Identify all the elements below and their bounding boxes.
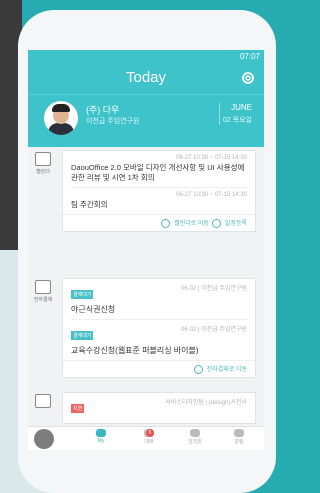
list-item[interactable]: 결재대기 06-02 | 이천급 주임연구원 야근식권신청	[63, 279, 255, 319]
item-meta: 06-02 | 이천급 주임연구원	[180, 286, 247, 292]
list-item[interactable]: 06-27 10:30 ~ 07-15 14:30 팀 주간회의	[63, 188, 255, 214]
tab-label: 알림	[234, 439, 244, 445]
event-title: 팀 주간회의	[71, 200, 108, 209]
tab-members[interactable]: 임직원	[180, 429, 210, 445]
add-event-link[interactable]: 일정등록	[225, 221, 247, 227]
approval-footer: 전자결재로 이동	[63, 360, 255, 377]
today-feed: 캘린더 06-27 10:30 ~ 07-15 14:30 DaouOffice…	[28, 146, 264, 426]
tab-label: 대화	[144, 439, 154, 445]
gear-icon[interactable]	[240, 70, 256, 86]
profile-department: 이천급 주임연구원	[86, 118, 140, 125]
approval-icon	[35, 280, 51, 294]
tab-label: My	[97, 438, 105, 444]
tab-chat[interactable]: 6 대화	[134, 429, 164, 445]
side-calendar: 캘린더	[28, 152, 58, 175]
works-icon	[35, 394, 51, 408]
status-bar: 07:07	[28, 50, 264, 64]
item-meta: 06-02 | 이천급 주임연구원	[180, 327, 247, 333]
side-calendar-label: 캘린더	[36, 169, 50, 175]
calendar-footer: 캘린더로 이동 일정등록	[63, 214, 255, 231]
home-button[interactable]	[34, 429, 54, 449]
side-approval-label: 전자결재	[33, 297, 53, 303]
side-approval: 전자결재	[28, 280, 58, 303]
side-works	[28, 394, 58, 410]
tab-label: 임직원	[188, 439, 202, 445]
profile-panel: (주) 다우 이천급 주임연구원 JUNE 02 목요일	[28, 94, 264, 147]
go-calendar-link[interactable]: 캘린더로 이동	[174, 221, 209, 227]
check-icon	[194, 364, 204, 374]
top-bar: Today	[28, 64, 264, 94]
org-icon	[190, 429, 200, 437]
list-item[interactable]: 06-27 10:30 ~ 07-15 14:30 DaouOffice 2.0…	[63, 151, 255, 187]
works-card: 지연 서비스디자인팀 | (design)서천사	[62, 392, 256, 424]
calendar-icon	[35, 152, 51, 166]
date-month: JUNE	[231, 103, 252, 112]
tab-alerts[interactable]: 알림	[224, 429, 254, 445]
profile-name: (주) 다우	[86, 105, 120, 115]
page-title: Today	[125, 69, 167, 86]
tab-my[interactable]: My	[86, 429, 116, 444]
status-badge: 결재대기	[71, 290, 94, 299]
plus-icon	[212, 218, 222, 228]
item-meta: 서비스디자인팀 | (design)서천사	[165, 400, 247, 406]
event-title: DaouOffice 2.0 모바일 디자인 개선사항 및 UI 사용성에 관한…	[71, 163, 245, 182]
profile-divider	[219, 103, 220, 125]
status-time: 07:07	[239, 52, 260, 61]
avatar[interactable]	[44, 101, 78, 135]
list-item[interactable]: 결재대기 06-02 | 이천급 주임연구원 교육수강신청(웹표준 퍼블리싱 바…	[63, 320, 255, 360]
app-screen: 07:07 Today (주) 다우 이천급 주임연구원 JUNE 02 목요일…	[28, 50, 264, 450]
event-time: 06-27 10:30 ~ 07-15 14:30	[176, 155, 247, 161]
tab-bar: My 6 대화 임직원 알림	[28, 426, 264, 450]
item-title: 야근식권신청	[71, 305, 116, 314]
approval-card: 결재대기 06-02 | 이천급 주임연구원 야근식권신청 결재대기 06-02…	[62, 278, 256, 378]
sun-icon	[96, 429, 106, 437]
go-approval-link[interactable]: 전자결재로 이동	[207, 367, 247, 373]
unread-badge: 6	[146, 429, 154, 437]
bell-icon	[234, 429, 244, 437]
calendar-card: 06-27 10:30 ~ 07-15 14:30 DaouOffice 2.0…	[62, 150, 256, 232]
date-day: 02 목요일	[222, 117, 252, 124]
status-badge: 지연	[71, 404, 85, 413]
check-icon	[161, 218, 171, 228]
item-title: 교육수강신청(웹표준 퍼블리싱 바이블)	[71, 346, 199, 355]
status-badge: 결재대기	[71, 331, 94, 340]
list-item[interactable]: 지연 서비스디자인팀 | (design)서천사	[63, 393, 255, 419]
event-time: 06-27 10:30 ~ 07-15 14:30	[176, 192, 247, 198]
